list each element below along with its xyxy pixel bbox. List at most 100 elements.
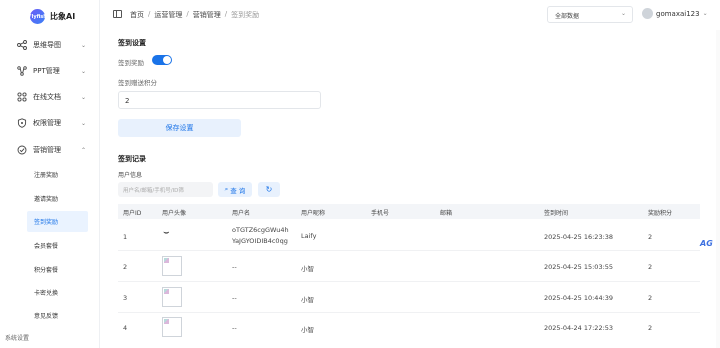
avatar-image: [162, 287, 182, 307]
sidebar-subitem-label: 邀请奖励: [34, 196, 59, 203]
smile-avatar-icon: ⌣: [163, 227, 170, 238]
main-content: 签到设置 签到奖励 签到赠送积分 2 保存设置 签到记录 用户信息 用户名/邮箱…: [100, 30, 720, 348]
cell-time: 2025-04-25 16:23:38: [544, 233, 614, 241]
chevron-down-icon: ⌄: [702, 10, 708, 17]
column-header: 签到时间: [544, 210, 569, 217]
sidebar-subitem-card-redeem[interactable]: 卡密兑换: [0, 282, 100, 303]
breadcrumb-operations[interactable]: 运营管理: [154, 10, 182, 20]
settings-title: 签到设置: [118, 39, 146, 47]
sidebar-subitem-checkin-reward[interactable]: 签到奖励: [0, 211, 100, 232]
sidebar-item-permissions[interactable]: 权限管理 ⌄: [0, 112, 100, 134]
document-icon: [17, 92, 27, 102]
sidebar-subitem-label: 积分套餐: [34, 267, 59, 274]
column-header: 邮箱: [440, 210, 453, 217]
cell-points: 2: [648, 263, 653, 271]
mindmap-icon: [17, 40, 27, 50]
refresh-icon: ↻: [265, 185, 273, 194]
column-header: 用户ID: [123, 210, 142, 217]
breadcrumb-home[interactable]: 首页: [130, 10, 144, 20]
breadcrumb-current: 签到奖励: [231, 11, 260, 19]
query-button[interactable]: ⌕ 查 询: [218, 182, 252, 197]
table-row: 2 -- 小智 2025-04-25 15:03:55 2: [118, 252, 700, 282]
toggle-label: 签到奖励: [118, 59, 144, 67]
cell-id: 2: [123, 263, 128, 271]
cell-time: 2025-04-25 15:03:55: [544, 263, 614, 271]
chevron-down-icon: ⌄: [81, 119, 87, 127]
sidebar-item-mindmap[interactable]: 思维导图 ⌄: [0, 34, 100, 56]
sidebar-subitem-register-reward[interactable]: 注册奖励: [0, 164, 100, 185]
refresh-button[interactable]: ↻: [258, 182, 280, 197]
avatar: [642, 8, 653, 19]
cell-points: 2: [648, 294, 653, 302]
cell-points: 2: [648, 324, 653, 332]
cell-username: oTGTZ6cgGWu4h: [232, 226, 289, 234]
cell-username: --: [232, 294, 237, 302]
search-placeholder: 用户名/邮箱/手机号/ID筛: [123, 188, 184, 194]
sidebar-subitem-points-package[interactable]: 积分套餐: [0, 259, 100, 280]
chevron-down-icon: ⌄: [81, 41, 87, 49]
cell-id: 4: [123, 324, 128, 332]
cell-username: --: [232, 263, 237, 271]
chevron-down-icon: ⌄: [81, 67, 87, 75]
table-row: 3 -- 小智 2025-04-25 10:44:39 2: [118, 283, 700, 313]
sidebar-item-label: 营销管理: [33, 146, 61, 154]
username: gomaxai123: [656, 9, 700, 18]
chevron-up-icon: ⌃: [81, 146, 87, 154]
sidebar-item-ppt[interactable]: PPT管理 ⌄: [0, 60, 100, 82]
table-header: 用户ID 用户头像 用户名 用户昵称 手机号 邮箱 签到时间 奖励积分: [118, 204, 700, 219]
cell-nickname: 小智: [301, 265, 314, 273]
column-header: 用户昵称: [301, 210, 326, 217]
sidebar-item-docs[interactable]: 在线文档 ⌄: [0, 86, 100, 108]
sidebar-item-label: 在线文档: [33, 93, 61, 101]
cell-nickname: Laify: [301, 232, 317, 240]
cell-username: --: [232, 324, 237, 332]
cell-points: 2: [648, 233, 653, 241]
sidebar-item-label: 思维导图: [33, 41, 61, 49]
breadcrumb-marketing[interactable]: 营销管理: [193, 10, 221, 20]
sidebar-subitem-membership[interactable]: 会员套餐: [0, 235, 100, 256]
sidebar-subitem-label: 卡密兑换: [34, 290, 59, 297]
sidebar-subitem-label: 会员套餐: [34, 243, 59, 250]
table-row: 1 ⌣ oTGTZ6cgGWu4h YaJGYOIDIB4c0qg Laify …: [118, 221, 700, 251]
avatar-image: [162, 317, 182, 337]
sidebar-item-label: PPT管理: [33, 67, 60, 75]
points-label: 签到赠送积分: [118, 79, 157, 87]
sidebar-item-system-settings[interactable]: 系统设置: [5, 333, 29, 342]
records-title: 签到记录: [118, 155, 146, 163]
sidebar-subitem-feedback[interactable]: 意见反馈: [0, 305, 100, 326]
column-header: 用户头像: [162, 210, 187, 217]
logo-text: 比象AI: [50, 12, 76, 21]
breadcrumb-separator: /: [186, 10, 189, 18]
table-row: 4 -- 小智 2025-04-24 17:22:53 2: [118, 314, 700, 344]
points-input[interactable]: 2: [118, 91, 321, 109]
select-value: 全部数据: [555, 13, 580, 20]
sidebar-item-marketing[interactable]: 营销管理 ⌃: [0, 139, 100, 161]
breadcrumb-separator: /: [148, 10, 151, 18]
save-settings-button[interactable]: 保存设置: [118, 119, 241, 137]
points-value: 2: [125, 97, 130, 105]
user-menu[interactable]: gomaxai123 ⌄: [642, 8, 708, 19]
sidebar-item-label: 权限管理: [33, 119, 61, 127]
cell-time: 2025-04-24 17:22:53: [544, 324, 614, 332]
sidebar-toggle-icon[interactable]: [113, 10, 122, 18]
cell-nickname: 小智: [301, 326, 314, 334]
breadcrumb: 首页 / 运营管理 / 营销管理 / 签到奖励: [130, 10, 259, 20]
cell-time: 2025-04-25 10:44:39: [544, 294, 614, 302]
data-scope-select[interactable]: 全部数据 ⌄: [547, 6, 633, 23]
scrollbar[interactable]: [716, 30, 720, 348]
chevron-down-icon: ⌄: [620, 10, 626, 17]
sidebar-subitem-label: 签到奖励: [34, 219, 59, 226]
cell-id: 3: [123, 294, 128, 302]
ppt-icon: [17, 66, 27, 76]
checkin-reward-toggle[interactable]: [152, 55, 172, 65]
query-label: 查 询: [230, 186, 246, 195]
logo-mark-icon: Flyfish: [28, 9, 47, 24]
top-header: 首页 / 运营管理 / 营销管理 / 签到奖励 全部数据 ⌄ gomaxai12…: [100, 0, 720, 30]
marketing-icon: [17, 145, 27, 155]
sidebar-subitem-invite-reward[interactable]: 邀请奖励: [0, 188, 100, 209]
chevron-down-icon: ⌄: [81, 93, 87, 101]
search-input[interactable]: 用户名/邮箱/手机号/ID筛: [118, 182, 213, 197]
logo[interactable]: Flyfish 比象AI: [28, 9, 76, 24]
sidebar: Flyfish 比象AI 思维导图 ⌄ PPT管理 ⌄ 在线文档 ⌄ 权限管理 …: [0, 0, 100, 348]
filter-label: 用户信息: [118, 172, 143, 179]
